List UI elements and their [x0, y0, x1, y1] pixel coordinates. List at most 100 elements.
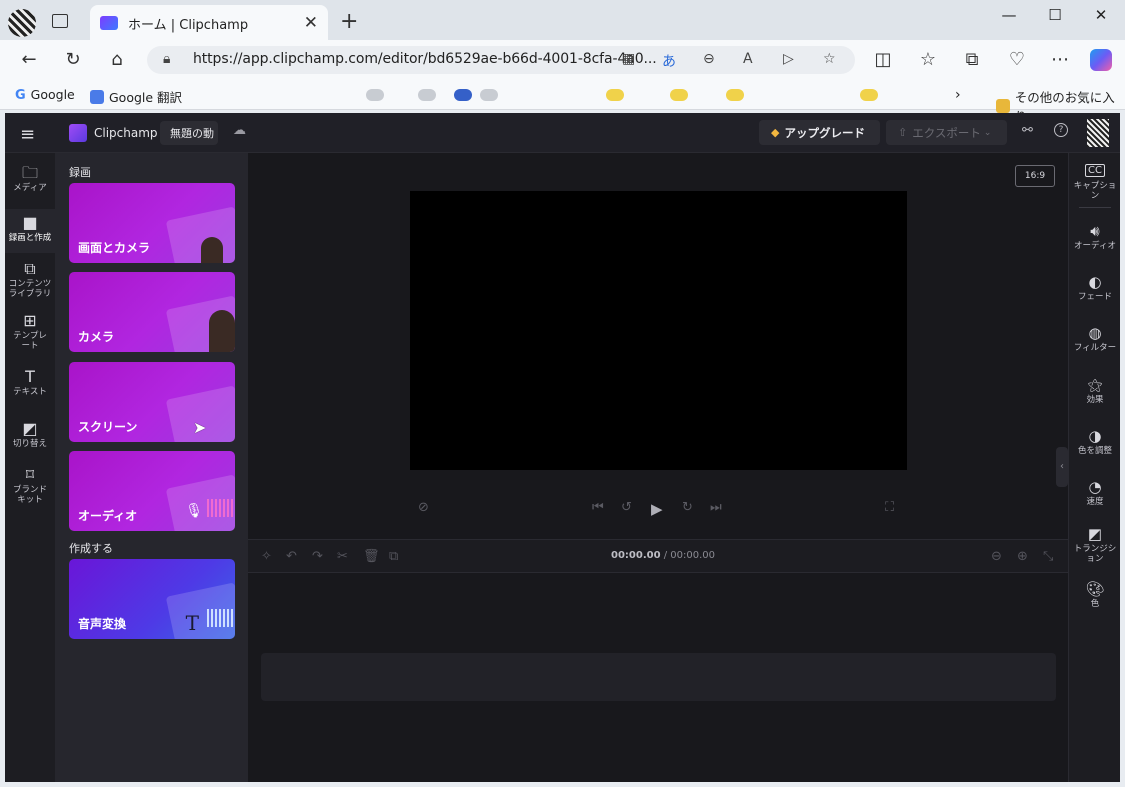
- url-text[interactable]: https://app.clipchamp.com/editor/bd6529a…: [193, 51, 657, 67]
- bookmark-google[interactable]: G Google: [15, 87, 75, 103]
- sidebar-item-audio[interactable]: 🔊︎ オーディオ: [1069, 221, 1121, 251]
- filter-icon: ◍: [1088, 324, 1102, 342]
- more-bookmarks-chevron-icon[interactable]: ›: [955, 87, 961, 103]
- sidebar-item-color[interactable]: 🎨︎ 色: [1069, 579, 1121, 609]
- sidebar-item-brand-kit[interactable]: ⌑ ブランドキット: [5, 465, 55, 509]
- magic-icon[interactable]: ✧: [261, 549, 272, 564]
- clipchamp-logo-icon: [69, 124, 87, 142]
- fit-timeline-icon[interactable]: ⤡: [1043, 549, 1053, 564]
- folder-icon: [996, 99, 1010, 113]
- play-button-icon[interactable]: ▶: [651, 500, 663, 518]
- sidebar-item-templates[interactable]: ⊞ テンプレート: [5, 311, 55, 359]
- copilot-icon[interactable]: [1090, 49, 1112, 71]
- translate-icon[interactable]: あ: [662, 51, 676, 71]
- read-aloud-icon[interactable]: A: [743, 51, 753, 67]
- video-icon[interactable]: ▷: [783, 51, 794, 67]
- refresh-icon[interactable]: ↻: [61, 49, 85, 70]
- upgrade-button[interactable]: ◆ アップグレード: [759, 120, 880, 145]
- export-button[interactable]: ⇧ エクスポート ⌄: [886, 120, 1007, 145]
- duplicate-icon[interactable]: ⧉: [389, 549, 398, 564]
- delete-icon[interactable]: 🗑︎: [363, 549, 380, 564]
- video-preview[interactable]: [410, 191, 907, 470]
- sidebar-item-effects[interactable]: ⚝ 効果: [1069, 375, 1121, 405]
- zoom-in-icon[interactable]: ⊕: [1017, 549, 1028, 564]
- camera-card[interactable]: カメラ: [69, 272, 235, 352]
- sidebar-item-captions[interactable]: CC キャプション: [1069, 161, 1121, 201]
- editor-main: 16:9 ⊘ ⏮ ↺ ▶ ↻ ⏭ ⛶ ✧ ↶ ↷ ✂ 🗑︎ ⧉ 00:00.00…: [248, 153, 1068, 782]
- audio-card[interactable]: 🎙︎ オーディオ: [69, 451, 235, 531]
- redo-icon[interactable]: ↷: [312, 549, 323, 564]
- camera-off-icon[interactable]: ⊘: [418, 500, 429, 515]
- person-avatar: [201, 237, 223, 263]
- text-to-speech-card[interactable]: T 音声変換: [69, 559, 235, 639]
- minimize-button[interactable]: —: [994, 6, 1024, 24]
- fullscreen-icon[interactable]: ⛶: [885, 500, 894, 515]
- project-title-input[interactable]: 無題の動: [160, 121, 218, 145]
- bookmark-blurred[interactable]: [726, 89, 744, 101]
- rewind-5-icon[interactable]: ↺: [621, 500, 632, 515]
- bookmark-blurred[interactable]: [366, 89, 384, 101]
- sidebar-item-adjust-colors[interactable]: ◑ 色を調整: [1069, 426, 1121, 456]
- waveform-icon: [207, 499, 233, 517]
- apps-icon[interactable]: ▦: [622, 51, 635, 67]
- screen-and-camera-card[interactable]: 画面とカメラ: [69, 183, 235, 263]
- bookmark-blurred[interactable]: [418, 89, 436, 101]
- tab-actions-icon[interactable]: [52, 14, 68, 28]
- aspect-ratio-button[interactable]: 16:9: [1015, 165, 1055, 187]
- sidebar-item-filters[interactable]: ◍ フィルター: [1069, 323, 1121, 353]
- bookmark-blurred[interactable]: [860, 89, 878, 101]
- sidebar-item-speed[interactable]: ◔ 速度: [1069, 477, 1121, 507]
- sidebar-item-media[interactable]: 🗀 メディア: [5, 161, 55, 205]
- collapse-right-panel-button[interactable]: ‹: [1056, 447, 1068, 487]
- sidebar-item-content-library[interactable]: ⧉ コンテンツライブラリ: [5, 259, 55, 311]
- zoom-out-icon[interactable]: ⊖: [703, 51, 715, 67]
- bookmark-blurred[interactable]: [670, 89, 688, 101]
- help-icon[interactable]: ?: [1054, 123, 1068, 137]
- split-scissors-icon[interactable]: ✂: [337, 549, 348, 564]
- bookmark-blurred[interactable]: [480, 89, 498, 101]
- microphone-icon: 🎙︎: [185, 503, 203, 519]
- bookmark-blurred[interactable]: [454, 89, 472, 101]
- sidebar-item-transitions[interactable]: ◩ トランジション: [1069, 524, 1121, 564]
- cloud-sync-off-icon[interactable]: ☁: [233, 123, 246, 138]
- screen-card[interactable]: スクリーン ➤: [69, 362, 235, 442]
- cc-icon: CC: [1069, 161, 1121, 181]
- favorites-icon[interactable]: ☆: [916, 49, 940, 70]
- zoom-out-icon[interactable]: ⊖: [991, 549, 1002, 564]
- health-icon[interactable]: ♡: [1005, 49, 1029, 70]
- sidebar-item-record-create[interactable]: ■ 録画と作成: [5, 209, 55, 253]
- lock-icon[interactable]: 🔒︎: [163, 51, 170, 67]
- diamond-icon: ◆: [771, 126, 780, 139]
- translate-icon: [90, 89, 104, 104]
- collections-icon[interactable]: ⧉: [960, 49, 984, 70]
- active-tab[interactable]: ホーム | Clipchamp ✕: [90, 5, 328, 41]
- hamburger-menu-icon[interactable]: ≡: [20, 124, 35, 145]
- text-icon: T: [25, 367, 35, 386]
- library-icon: ⧉: [24, 259, 36, 278]
- close-tab-icon[interactable]: ✕: [304, 13, 318, 33]
- forward-5-icon[interactable]: ↻: [682, 500, 693, 515]
- sidebar-item-text[interactable]: T テキスト: [5, 367, 55, 407]
- back-icon[interactable]: ←: [17, 49, 41, 70]
- maximize-button[interactable]: ☐: [1040, 6, 1070, 24]
- brand-icon: ⌑: [25, 465, 35, 484]
- close-window-button[interactable]: ✕: [1086, 6, 1116, 24]
- text-icon: T: [185, 611, 199, 635]
- favorite-star-icon[interactable]: ☆: [823, 51, 836, 67]
- bookmark-google-translate[interactable]: Google 翻訳: [90, 87, 182, 106]
- new-tab-button[interactable]: +: [340, 9, 358, 34]
- timeline-track[interactable]: [261, 653, 1056, 701]
- more-menu-icon[interactable]: ⋯: [1048, 49, 1072, 70]
- home-icon[interactable]: ⌂: [105, 49, 129, 70]
- address-bar[interactable]: 🔒︎ https://app.clipchamp.com/editor/bd65…: [147, 46, 855, 74]
- bookmark-blurred[interactable]: [606, 89, 624, 101]
- undo-icon[interactable]: ↶: [286, 549, 297, 564]
- user-avatar[interactable]: [1087, 119, 1109, 147]
- skip-forward-icon[interactable]: ⏭: [710, 500, 722, 515]
- skip-back-icon[interactable]: ⏮: [592, 500, 604, 515]
- split-screen-icon[interactable]: ◫: [871, 49, 895, 70]
- profile-avatar[interactable]: [8, 9, 36, 37]
- sidebar-item-fade[interactable]: ◐ フェード: [1069, 272, 1121, 302]
- sidebar-item-transitions[interactable]: ◩ 切り替え: [5, 419, 55, 459]
- share-icon[interactable]: ⚯: [1022, 123, 1033, 138]
